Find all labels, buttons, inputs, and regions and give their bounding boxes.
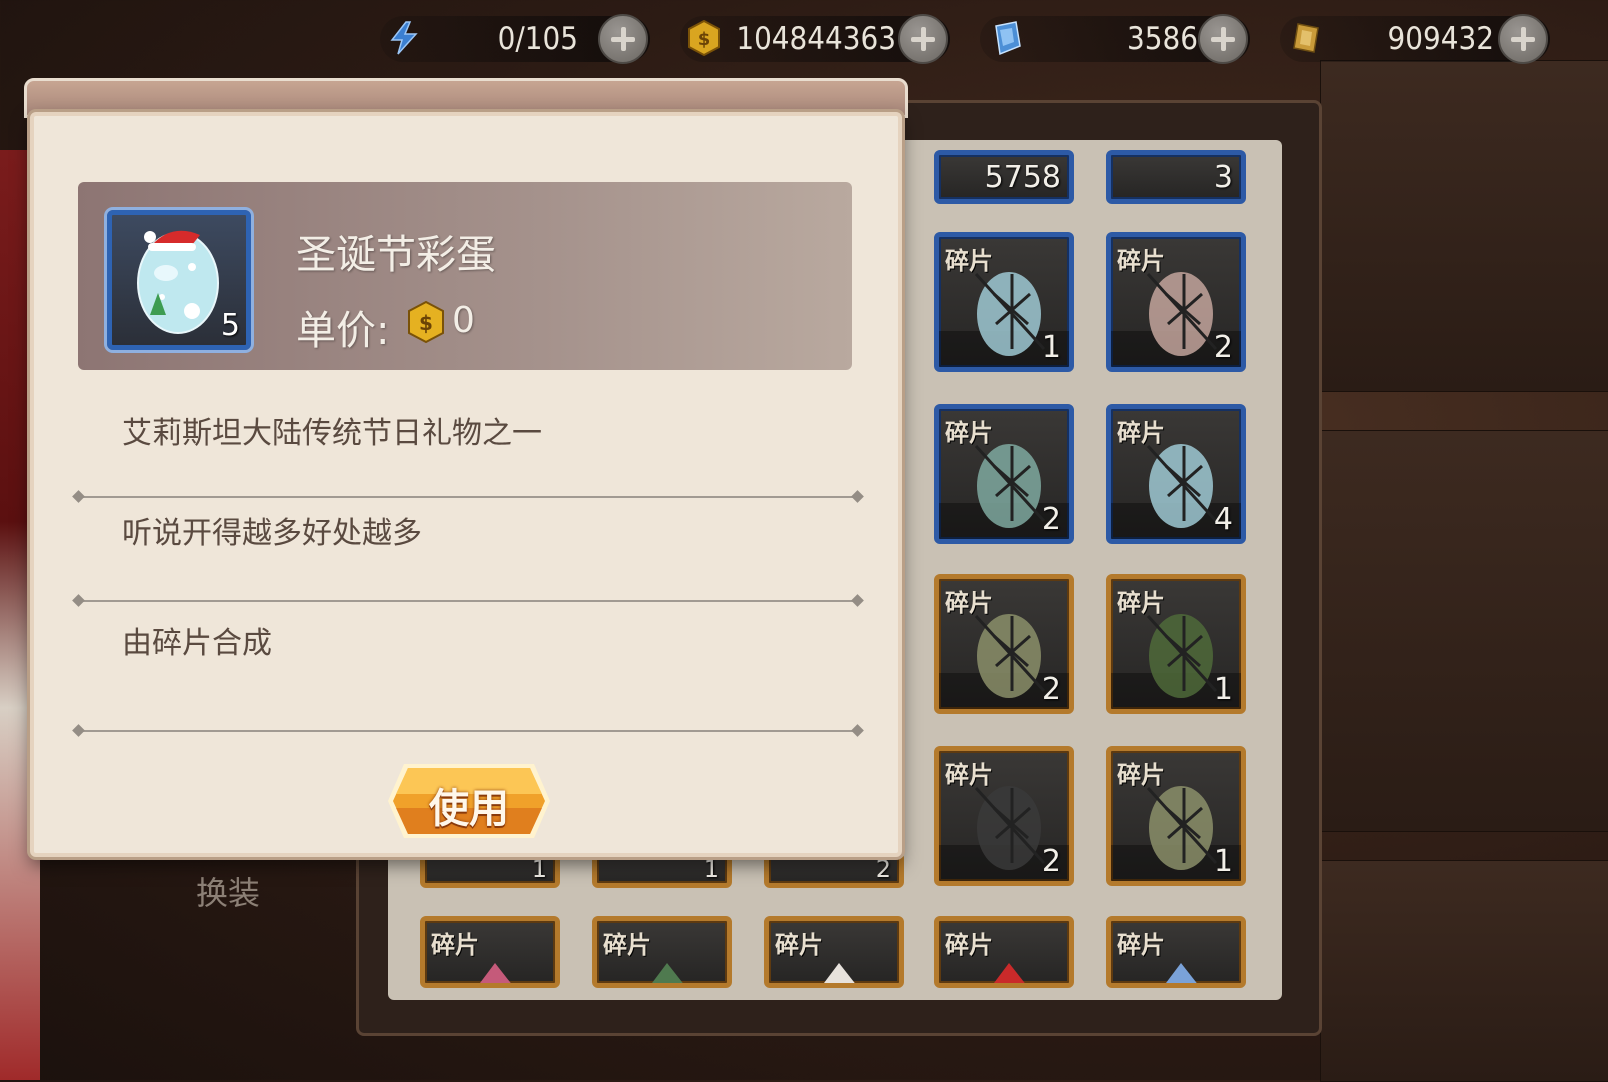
slot-count: 2 bbox=[1041, 672, 1061, 707]
slot-count: 4 bbox=[1213, 502, 1233, 537]
energy-add-button[interactable] bbox=[598, 14, 648, 64]
price-label: 单价: bbox=[296, 308, 390, 354]
gold-coin-icon: $ bbox=[688, 20, 720, 56]
fragment-tag: 碎片 bbox=[945, 247, 993, 275]
slot-count: 2 bbox=[1041, 502, 1061, 537]
inventory-slot[interactable]: 3 bbox=[1106, 150, 1246, 204]
slot-count: 2 bbox=[1041, 844, 1061, 879]
slot-count: 1 bbox=[1213, 844, 1233, 879]
tokens-resource: 909432 bbox=[1280, 14, 1550, 64]
item-icon-frame: 5 bbox=[107, 210, 251, 350]
fragment-tag: 碎片 bbox=[1117, 589, 1165, 617]
fragment-tag: 碎片 bbox=[431, 931, 479, 959]
gold-value: 104844363 bbox=[736, 21, 896, 57]
inventory-slot[interactable]: 碎片 bbox=[420, 916, 560, 988]
item-count: 5 bbox=[220, 308, 240, 343]
slot-count: 3 bbox=[1213, 160, 1233, 195]
inventory-slot[interactable]: 5758 bbox=[934, 150, 1074, 204]
blue-crystal-icon bbox=[995, 21, 1021, 56]
item-name: 圣诞节彩蛋 bbox=[296, 232, 496, 278]
inventory-slot[interactable]: 碎片 4 bbox=[1106, 404, 1246, 544]
fragment-tag: 碎片 bbox=[1117, 931, 1165, 959]
inventory-slot[interactable]: 碎片 2 bbox=[934, 574, 1074, 714]
fragment-tag: 碎片 bbox=[775, 931, 823, 959]
background-wood-panel bbox=[1320, 860, 1608, 1082]
slot-count: 1 bbox=[1041, 330, 1061, 365]
use-button-label: 使用 bbox=[429, 786, 509, 832]
slot-count: 5758 bbox=[984, 160, 1061, 195]
inventory-slot[interactable]: 碎片 2 bbox=[1106, 232, 1246, 372]
fragment-tag: 碎片 bbox=[1117, 761, 1165, 789]
item-detail-popup: 5 圣诞节彩蛋 单价: $ 0 艾莉斯坦大陆传统节日礼物之一 听说开得越多好处越… bbox=[24, 72, 908, 862]
slot-count: 1 bbox=[1213, 672, 1233, 707]
lightning-icon bbox=[390, 21, 418, 55]
gold-add-button[interactable] bbox=[898, 14, 948, 64]
energy-resource: 0/105 bbox=[380, 14, 650, 64]
description-divider bbox=[78, 600, 858, 602]
energy-value: 0/105 bbox=[497, 21, 578, 57]
gems-resource: 3586 bbox=[980, 14, 1250, 64]
background-wood-panel bbox=[1320, 430, 1608, 832]
inventory-slot[interactable]: 碎片 bbox=[764, 916, 904, 988]
inventory-slot[interactable]: 碎片 bbox=[592, 916, 732, 988]
token-icon bbox=[1293, 23, 1319, 53]
fragment-tag: 碎片 bbox=[1117, 247, 1165, 275]
inventory-slot[interactable]: 碎片 2 bbox=[934, 404, 1074, 544]
fragment-tag: 碎片 bbox=[603, 931, 651, 959]
svg-text:$: $ bbox=[698, 29, 711, 50]
item-description-line: 由碎片合成 bbox=[122, 626, 272, 661]
fragment-tag: 碎片 bbox=[945, 419, 993, 447]
gems-add-button[interactable] bbox=[1198, 14, 1248, 64]
change-outfit-label[interactable]: 换装 bbox=[196, 868, 260, 914]
gold-resource: $ 104844363 bbox=[680, 14, 950, 64]
fragment-tag: 碎片 bbox=[1117, 419, 1165, 447]
inventory-slot[interactable]: 碎片 bbox=[1106, 916, 1246, 988]
svg-text:$: $ bbox=[419, 311, 433, 335]
price-value: 0 bbox=[452, 300, 475, 341]
description-divider bbox=[78, 496, 858, 498]
description-divider bbox=[78, 730, 858, 732]
inventory-slot[interactable]: 碎片 2 bbox=[934, 746, 1074, 886]
fragment-tag: 碎片 bbox=[945, 589, 993, 617]
item-description-line: 艾莉斯坦大陆传统节日礼物之一 bbox=[122, 416, 542, 451]
popup-body: 5 圣诞节彩蛋 单价: $ 0 艾莉斯坦大陆传统节日礼物之一 听说开得越多好处越… bbox=[30, 112, 902, 857]
use-button[interactable]: 使用 bbox=[386, 762, 552, 840]
inventory-slot[interactable]: 碎片 1 bbox=[1106, 746, 1246, 886]
fragment-tag: 碎片 bbox=[945, 761, 993, 789]
inventory-slot[interactable]: 碎片 1 bbox=[934, 232, 1074, 372]
resource-bar: 0/105 $ 104844363 3586 909432 bbox=[380, 8, 1580, 64]
gems-value: 3586 bbox=[1127, 21, 1198, 57]
tokens-value: 909432 bbox=[1387, 21, 1494, 57]
inventory-slot[interactable]: 碎片 1 bbox=[1106, 574, 1246, 714]
item-description-line: 听说开得越多好处越多 bbox=[122, 516, 422, 551]
fragment-tag: 碎片 bbox=[945, 931, 993, 959]
gold-coin-icon: $ bbox=[408, 300, 444, 344]
slot-count: 2 bbox=[1213, 330, 1233, 365]
tokens-add-button[interactable] bbox=[1498, 14, 1548, 64]
background-wood-panel bbox=[1320, 60, 1608, 392]
inventory-slot[interactable]: 碎片 bbox=[934, 916, 1074, 988]
